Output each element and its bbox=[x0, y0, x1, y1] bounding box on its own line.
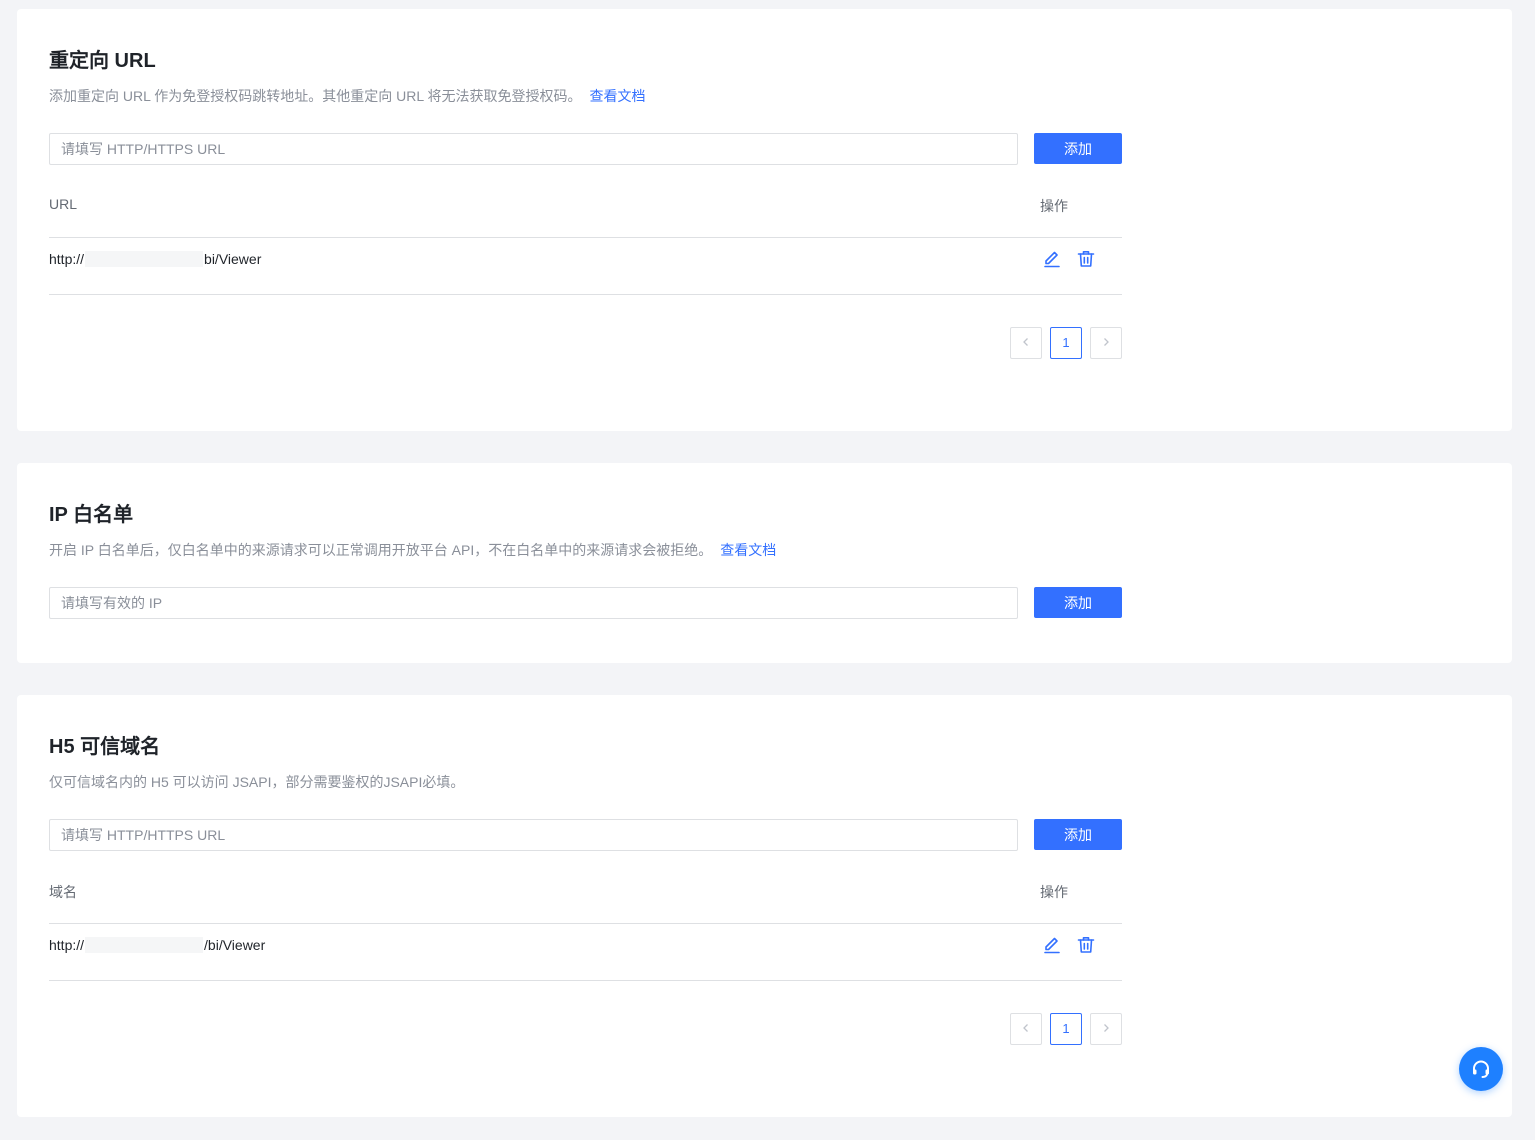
prev-page-button[interactable] bbox=[1010, 327, 1042, 359]
table-header: 域名 操作 bbox=[49, 862, 1122, 924]
prev-page-button[interactable] bbox=[1010, 1013, 1042, 1045]
url-prefix: http:// bbox=[49, 251, 85, 267]
domain-url-input[interactable] bbox=[49, 819, 1018, 851]
chevron-left-icon bbox=[1023, 338, 1028, 346]
column-header-domain: 域名 bbox=[49, 884, 77, 900]
add-domain-row: 添加 bbox=[49, 819, 1122, 851]
trash-icon[interactable] bbox=[1076, 935, 1096, 955]
add-ip-row: 添加 bbox=[49, 587, 1122, 619]
row-actions bbox=[1042, 935, 1106, 960]
add-ip-button[interactable]: 添加 bbox=[1034, 587, 1122, 618]
section-title: 重定向 URL bbox=[49, 50, 156, 72]
redacted-segment bbox=[85, 937, 204, 953]
page-number-button[interactable]: 1 bbox=[1050, 1013, 1082, 1045]
column-header-url: URL bbox=[49, 196, 78, 212]
help-support-button[interactable] bbox=[1459, 1047, 1503, 1091]
domain-table: 域名 操作 http:// /bi/Viewer 1 bbox=[49, 862, 1122, 1045]
section-description: 添加重定向 URL 作为免登授权码跳转地址。其他重定向 URL 将无法获取免登授… bbox=[49, 86, 646, 106]
add-domain-button[interactable]: 添加 bbox=[1034, 819, 1122, 850]
add-url-row: 添加 bbox=[49, 133, 1122, 165]
description-text: 仅可信域名内的 H5 可以访问 JSAPI，部分需要鉴权的JSAPI必填。 bbox=[49, 774, 465, 790]
table-row: http:// /bi/Viewer bbox=[49, 924, 1122, 981]
chevron-right-icon bbox=[1104, 338, 1109, 346]
h5-trusted-domain-card: H5 可信域名 仅可信域名内的 H5 可以访问 JSAPI，部分需要鉴权的JSA… bbox=[17, 695, 1512, 1117]
section-description: 仅可信域名内的 H5 可以访问 JSAPI，部分需要鉴权的JSAPI必填。 bbox=[49, 772, 464, 792]
section-title: H5 可信域名 bbox=[49, 736, 161, 758]
table-header: URL 操作 bbox=[49, 176, 1122, 238]
column-header-actions: 操作 bbox=[1040, 884, 1068, 900]
view-docs-link[interactable]: 查看文档 bbox=[720, 542, 776, 558]
domain-cell: http:// /bi/Viewer bbox=[49, 937, 265, 953]
table-row: http:// bi/Viewer bbox=[49, 238, 1122, 295]
redirect-url-input[interactable] bbox=[49, 133, 1018, 165]
description-text: 开启 IP 白名单后，仅白名单中的来源请求可以正常调用开放平台 API，不在白名… bbox=[49, 542, 713, 558]
column-header-actions: 操作 bbox=[1040, 198, 1068, 214]
trash-icon[interactable] bbox=[1076, 249, 1096, 269]
next-page-button[interactable] bbox=[1090, 327, 1122, 359]
chevron-right-icon bbox=[1104, 1024, 1109, 1032]
pencil-icon[interactable] bbox=[1042, 249, 1062, 269]
pagination: 1 bbox=[1002, 1013, 1122, 1045]
redirect-url-card: 重定向 URL 添加重定向 URL 作为免登授权码跳转地址。其他重定向 URL … bbox=[17, 9, 1512, 431]
section-description: 开启 IP 白名单后，仅白名单中的来源请求可以正常调用开放平台 API，不在白名… bbox=[49, 540, 776, 560]
pagination: 1 bbox=[1002, 327, 1122, 359]
url-prefix: http:// bbox=[49, 937, 85, 953]
next-page-button[interactable] bbox=[1090, 1013, 1122, 1045]
description-text: 添加重定向 URL 作为免登授权码跳转地址。其他重定向 URL 将无法获取免登授… bbox=[49, 88, 582, 104]
url-suffix: /bi/Viewer bbox=[204, 937, 266, 953]
chevron-left-icon bbox=[1023, 1024, 1028, 1032]
url-cell: http:// bi/Viewer bbox=[49, 251, 261, 267]
section-title: IP 白名单 bbox=[49, 504, 134, 526]
view-docs-link[interactable]: 查看文档 bbox=[590, 88, 646, 104]
redacted-segment bbox=[85, 251, 204, 267]
redirect-url-table: URL 操作 http:// bi/Viewer 1 bbox=[49, 176, 1122, 359]
ip-input[interactable] bbox=[49, 587, 1018, 619]
pencil-icon[interactable] bbox=[1042, 935, 1062, 955]
page-number-button[interactable]: 1 bbox=[1050, 327, 1082, 359]
headset-icon bbox=[1473, 1060, 1489, 1078]
row-actions bbox=[1042, 249, 1106, 274]
add-redirect-url-button[interactable]: 添加 bbox=[1034, 133, 1122, 164]
url-suffix: bi/Viewer bbox=[204, 251, 262, 267]
ip-whitelist-card: IP 白名单 开启 IP 白名单后，仅白名单中的来源请求可以正常调用开放平台 A… bbox=[17, 463, 1512, 663]
